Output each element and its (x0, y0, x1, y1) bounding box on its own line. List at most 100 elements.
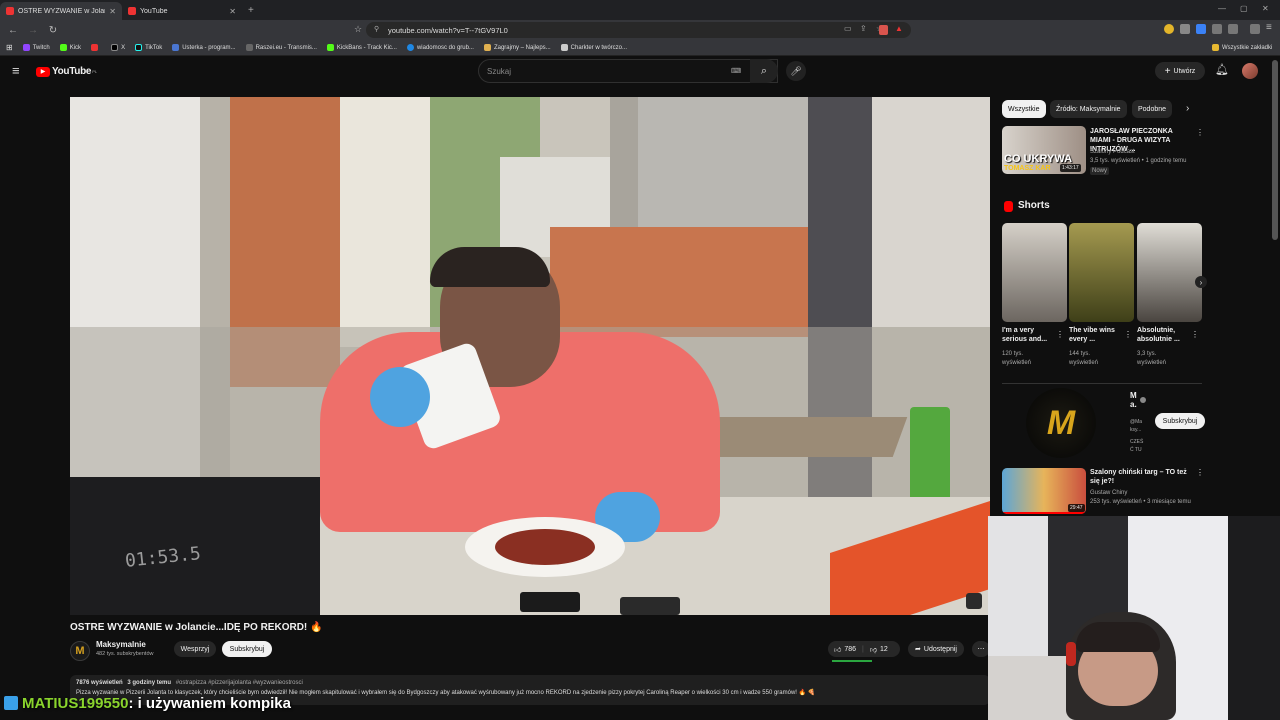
channel-card-avatar[interactable]: M (1026, 388, 1096, 458)
reload-icon[interactable]: ↻ (46, 25, 60, 36)
create-button[interactable]: + Utwórz (1155, 62, 1205, 80)
hashtags[interactable]: #ostrapizza #pizzerijajolanta #wyzwanieo… (176, 680, 303, 686)
channel-watermark-icon[interactable] (966, 593, 982, 609)
thumbs-up-icon[interactable]: 👍︎ (834, 645, 841, 654)
short-title[interactable]: I'm a very serious and... (1002, 326, 1060, 344)
thumbs-down-icon[interactable]: 👎︎ (870, 645, 877, 654)
more-options-icon[interactable]: ⋮ (1196, 468, 1204, 477)
share-button[interactable]: ➦ Udostępnij (908, 641, 964, 657)
globe-icon (406, 44, 414, 51)
window-close-icon[interactable]: ✕ (1262, 4, 1269, 13)
channel-card-subscribe-button[interactable]: Subskrybuj (1155, 413, 1205, 429)
extensions-puzzle-icon[interactable] (1212, 24, 1222, 34)
bookmark-usterka[interactable]: Usterka - program... (172, 44, 236, 51)
headphones-icon (1066, 642, 1076, 666)
extension-icon[interactable] (1196, 24, 1206, 34)
duration-badge: 1:43:17 (1060, 164, 1081, 172)
hamburger-menu-icon[interactable]: ≡ (12, 63, 20, 78)
recommended-title[interactable]: Szalony chiński targ – TO też się je?! (1090, 468, 1190, 486)
bookmark-youtube[interactable] (91, 44, 101, 51)
short-title[interactable]: Absolutnie, absolutnie ... (1137, 326, 1193, 344)
pizza (495, 529, 595, 565)
site-info-icon[interactable]: ⚲ (374, 25, 379, 33)
media-icon[interactable] (1250, 24, 1260, 34)
short-thumbnail[interactable] (1069, 223, 1134, 322)
close-tab-icon[interactable]: ✕ (229, 7, 236, 16)
close-tab-icon[interactable]: ✕ (109, 7, 116, 16)
channel-card-handle: @Ma ksy... (1130, 419, 1143, 433)
glove-left (370, 367, 430, 427)
short-views: 144 tys. wyświetleń (1069, 351, 1099, 366)
tiktok-icon (135, 44, 143, 51)
browser-tab-bar: OSTRE WYZWANIE w Jolancie ✕ YouTube ✕ + … (0, 0, 1280, 20)
short-thumbnail[interactable] (1002, 223, 1067, 322)
green-chair (910, 407, 950, 507)
bookmark-kickbans[interactable]: KickBans - Track Kic... (326, 44, 397, 51)
keyboard-icon[interactable]: ⌨ (731, 67, 741, 75)
recommended-thumbnail[interactable]: CO UKRYWA TOMASZ KAR 1:43:17 (1002, 126, 1086, 174)
minimize-icon[interactable]: — (1218, 4, 1226, 13)
forward-icon[interactable]: → (26, 25, 40, 36)
bookmark-tiktok[interactable]: TikTok (135, 44, 162, 51)
browser-tab-active[interactable]: OSTRE WYZWANIE w Jolancie ✕ (0, 2, 122, 20)
url-field[interactable]: ⚲ youtube.com/watch?v=T--7tGV97L0 ▭ ⇪ ☆ … (366, 22, 911, 38)
short-title[interactable]: The vibe wins every ... (1069, 326, 1125, 344)
bookmark-x[interactable]: X (111, 44, 125, 51)
cast-icon[interactable]: ▭ (844, 24, 852, 33)
video-player[interactable]: 01:53.5 (70, 97, 990, 615)
bookmark-zagrajmy[interactable]: Zagrajmy – Najleps... (483, 44, 551, 51)
bookmark-raszei[interactable]: Raszei.eu - Transmis... (245, 44, 317, 51)
youtube-favicon-icon (6, 7, 14, 15)
bookmark-kick[interactable]: Kick (59, 44, 81, 51)
subscribe-button[interactable]: Subskrybuj (222, 641, 272, 657)
channel-name[interactable]: Maksymalnie (96, 640, 146, 649)
recommended-thumbnail[interactable]: 29:47 (1002, 468, 1086, 514)
duration-badge: 29:47 (1068, 504, 1085, 512)
wallet-icon[interactable] (1164, 24, 1174, 34)
chip-similar[interactable]: Podobne (1132, 100, 1173, 118)
bookmarks-folder[interactable]: Wszystkie zakładki (1212, 44, 1272, 51)
dislike-count[interactable]: 12 (880, 646, 888, 653)
share-icon: ➦ (915, 646, 921, 653)
webcam-clothes (1228, 516, 1280, 720)
back-icon[interactable]: ← (6, 25, 20, 36)
channel-avatar[interactable]: M (70, 641, 90, 661)
search-button[interactable]: ⌕ (750, 59, 778, 83)
recommended-channel[interactable]: Gustaw Chiny (1090, 490, 1127, 496)
chips-next-icon[interactable]: › (1186, 103, 1189, 114)
chip-source[interactable]: Źródło: Maksymalnie (1050, 100, 1127, 118)
support-button[interactable]: Wesprzyj (174, 641, 216, 657)
maximize-icon[interactable]: ▢ (1240, 4, 1248, 13)
microphone-icon: 🎤︎ (790, 65, 802, 76)
share-page-icon[interactable]: ⇪ (860, 24, 867, 33)
like-count[interactable]: 786 (844, 646, 856, 653)
bookmark-twitch[interactable]: Twitch (22, 44, 50, 51)
apps-grid-icon[interactable]: ⊞ (6, 43, 13, 52)
sidebar-toggle-icon[interactable] (1228, 24, 1238, 34)
notifications-bell-icon[interactable]: 🔔︎ (1215, 63, 1229, 76)
brave-shield-icon[interactable] (879, 25, 888, 35)
more-options-icon[interactable]: ⋮ (1056, 330, 1064, 339)
brick-building (550, 227, 810, 337)
vpn-icon[interactable] (1180, 24, 1190, 34)
bookmark-charakter[interactable]: Charkter w twórczo... (560, 44, 627, 51)
chip-all[interactable]: Wszystkie (1002, 100, 1046, 118)
watch-progress-bar (1002, 512, 1086, 514)
more-options-icon[interactable]: ⋮ (1196, 128, 1204, 137)
search-icon: ⌕ (760, 64, 768, 77)
short-thumbnail[interactable] (1137, 223, 1202, 322)
rewards-icon[interactable]: ▲ (895, 24, 903, 33)
more-options-icon[interactable]: ⋮ (1124, 330, 1132, 339)
avatar[interactable] (1242, 63, 1258, 79)
bookmark-star-icon[interactable]: ☆ (354, 24, 362, 35)
bookmark-wiadomosc[interactable]: wiadomosc do grub... (406, 44, 474, 51)
youtube-logo[interactable]: ▶ YouTube PL (36, 66, 97, 77)
voice-search-button[interactable]: 🎤︎ (786, 61, 806, 81)
new-tab-button[interactable]: + (248, 5, 254, 16)
shorts-next-icon[interactable]: › (1195, 276, 1207, 288)
browser-tab[interactable]: YouTube ✕ (122, 2, 242, 20)
more-options-icon[interactable]: ⋮ (1191, 330, 1199, 339)
recommended-channel[interactable]: Szalony Podcast (1090, 149, 1135, 155)
menu-icon[interactable]: ≡ (1266, 22, 1272, 33)
page-scrollbar[interactable] (1272, 60, 1278, 240)
